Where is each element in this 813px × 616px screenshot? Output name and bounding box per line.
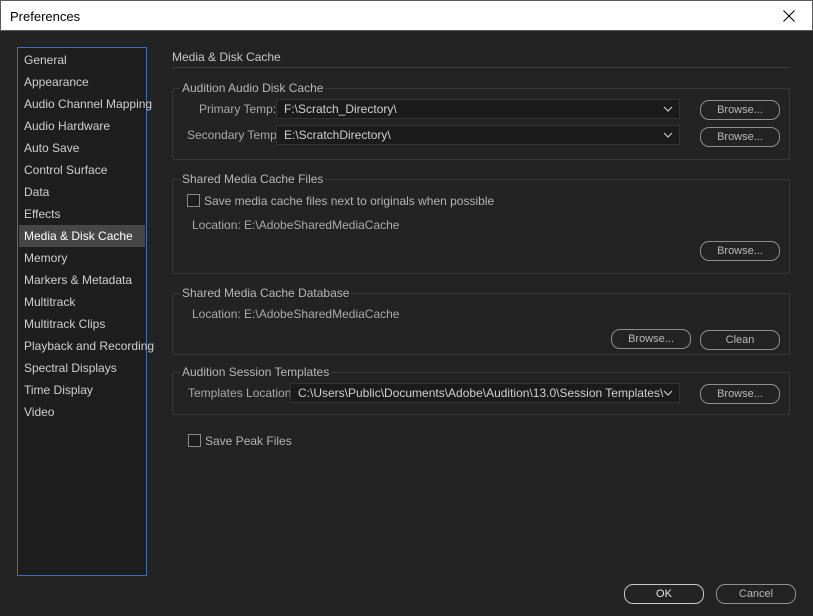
templates-location-value: C:\Users\Public\Documents\Adobe\Audition…	[298, 386, 664, 400]
sidebar-item-markers-metadata[interactable]: Markers & Metadata	[19, 269, 145, 291]
templates-location-browse-button[interactable]: Browse...	[700, 384, 780, 404]
shared-cache-database-browse-button[interactable]: Browse...	[611, 329, 691, 349]
close-icon	[783, 9, 795, 22]
secondary-temp-dropdown[interactable]: E:\ScratchDirectory\	[276, 125, 680, 145]
shared-cache-database-group	[172, 293, 790, 355]
primary-temp-browse-button[interactable]: Browse...	[700, 100, 780, 120]
secondary-temp-browse-button[interactable]: Browse...	[700, 127, 780, 147]
shared-cache-database-clean-button[interactable]: Clean	[700, 330, 780, 350]
shared-cache-files-group-title: Shared Media Cache Files	[180, 172, 326, 186]
title-bar: Preferences	[0, 0, 813, 31]
shared-cache-files-browse-button[interactable]: Browse...	[700, 241, 780, 261]
chevron-down-icon	[663, 132, 673, 138]
secondary-temp-label: Secondary Temp:	[187, 128, 281, 142]
primary-temp-label: Primary Temp:	[199, 102, 277, 116]
preferences-category-list[interactable]: General Appearance Audio Channel Mapping…	[17, 47, 154, 576]
sidebar-item-control-surface[interactable]: Control Surface	[19, 159, 145, 181]
window-title: Preferences	[10, 9, 81, 24]
sidebar-item-data[interactable]: Data	[19, 181, 145, 203]
sidebar-item-spectral-displays[interactable]: Spectral Displays	[19, 357, 145, 379]
disk-cache-group-title: Audition Audio Disk Cache	[180, 81, 326, 95]
save-peak-files-label: Save Peak Files	[205, 434, 292, 448]
shared-cache-database-location: Location: E:\AdobeSharedMediaCache	[192, 307, 400, 321]
sidebar-item-multitrack[interactable]: Multitrack	[19, 291, 145, 313]
title-divider	[172, 67, 790, 68]
sidebar-item-audio-hardware[interactable]: Audio Hardware	[19, 115, 145, 137]
save-cache-next-to-originals-label: Save media cache files next to originals…	[204, 194, 495, 208]
chevron-down-icon	[663, 390, 673, 396]
close-button[interactable]	[766, 1, 812, 30]
ok-button[interactable]: OK	[624, 584, 704, 604]
save-peak-files-checkbox[interactable]	[188, 434, 201, 447]
sidebar-item-media-disk-cache[interactable]: Media & Disk Cache	[19, 225, 145, 247]
shared-cache-database-group-title: Shared Media Cache Database	[180, 286, 352, 300]
page-title: Media & Disk Cache	[172, 50, 281, 64]
templates-location-dropdown[interactable]: C:\Users\Public\Documents\Adobe\Audition…	[290, 383, 680, 403]
sidebar-item-effects[interactable]: Effects	[19, 203, 145, 225]
sidebar-item-auto-save[interactable]: Auto Save	[19, 137, 145, 159]
cancel-button[interactable]: Cancel	[716, 584, 796, 604]
save-cache-next-to-originals-checkbox[interactable]	[187, 194, 200, 207]
templates-location-label: Templates Location:	[188, 386, 295, 400]
chevron-down-icon	[663, 106, 673, 112]
primary-temp-dropdown[interactable]: F:\Scratch_Directory\	[276, 99, 680, 119]
sidebar-item-playback-recording[interactable]: Playback and Recording	[19, 335, 154, 357]
sidebar-item-time-display[interactable]: Time Display	[19, 379, 145, 401]
sidebar-item-audio-channel-mapping[interactable]: Audio Channel Mapping	[19, 93, 152, 115]
session-templates-group-title: Audition Session Templates	[180, 365, 332, 379]
primary-temp-value: F:\Scratch_Directory\	[284, 102, 397, 116]
shared-cache-files-location: Location: E:\AdobeSharedMediaCache	[192, 218, 400, 232]
sidebar-item-multitrack-clips[interactable]: Multitrack Clips	[19, 313, 145, 335]
sidebar-item-general[interactable]: General	[19, 49, 145, 71]
sidebar-item-appearance[interactable]: Appearance	[19, 71, 145, 93]
sidebar-item-video[interactable]: Video	[19, 401, 145, 423]
secondary-temp-value: E:\ScratchDirectory\	[284, 128, 391, 142]
sidebar-item-memory[interactable]: Memory	[19, 247, 145, 269]
